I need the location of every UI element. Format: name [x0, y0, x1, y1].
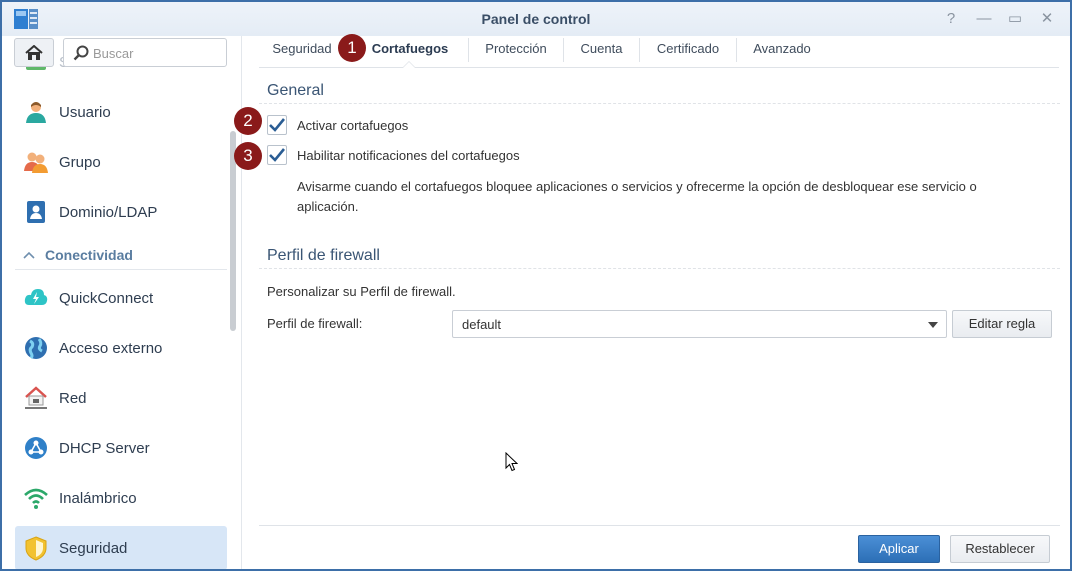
- checkmark-icon: [269, 118, 285, 132]
- enable-firewall-option[interactable]: Activar cortafuegos: [267, 114, 408, 136]
- sidebar-item-wireless[interactable]: Inalámbrico: [15, 476, 227, 520]
- sidebar-item-label: Usuario: [59, 103, 111, 121]
- sidebar-item-label: Acceso externo: [59, 339, 163, 357]
- firewall-profile-value: default: [462, 317, 502, 332]
- sidebar-item-network[interactable]: Red: [15, 376, 227, 420]
- sidebar-item-security[interactable]: Seguridad: [15, 526, 227, 569]
- control-panel-window: Panel de control ? — ▭ ✕ Servicios de ar…: [0, 0, 1072, 571]
- checkmark-icon: [269, 148, 285, 162]
- annotation-badge-1: 1: [338, 34, 366, 62]
- close-button[interactable]: ✕: [1038, 10, 1056, 28]
- general-section-title: General: [267, 82, 324, 99]
- enable-notifications-option[interactable]: Habilitar notificaciones del cortafuegos: [267, 144, 520, 166]
- annotation-badge-2: 2: [234, 107, 262, 135]
- mouse-cursor-icon: [505, 452, 518, 472]
- sidebar-item-group[interactable]: Grupo: [15, 140, 227, 184]
- reset-button[interactable]: Restablecer: [950, 535, 1050, 563]
- apply-button[interactable]: Aplicar: [858, 535, 940, 563]
- sidebar-item-domain-ldap[interactable]: Dominio/LDAP: [15, 190, 227, 234]
- enable-firewall-checkbox[interactable]: [267, 115, 287, 135]
- notification-description: Avisarme cuando el cortafuegos bloquee a…: [297, 179, 977, 214]
- sidebar-item-quickconnect[interactable]: QuickConnect: [15, 276, 227, 320]
- firewall-profile-hint: Personalizar su Perfil de firewall.: [267, 284, 456, 299]
- window-title: Panel de control: [481, 11, 591, 27]
- firewall-profile-section-title: Perfil de firewall: [267, 247, 380, 264]
- globe-icon: [25, 337, 47, 360]
- tab-cortafuegos[interactable]: Cortafuegos: [359, 36, 461, 62]
- sidebar-item-user[interactable]: Usuario: [15, 90, 227, 134]
- chevron-up-icon: [23, 247, 35, 262]
- enable-firewall-label: Activar cortafuegos: [297, 117, 409, 133]
- sidebar-item-label: QuickConnect: [59, 289, 154, 307]
- sidebar-item-dhcp-server[interactable]: DHCP Server: [15, 426, 227, 470]
- search-icon: [73, 45, 89, 61]
- dhcp-icon: [25, 437, 47, 459]
- user-icon: [26, 102, 46, 123]
- tab-bar: Seguridad Cortafuegos Protección Cuenta …: [259, 36, 1059, 68]
- home-button[interactable]: [14, 38, 54, 67]
- enable-notifications-label: Habilitar notificaciones del cortafuegos: [297, 147, 520, 163]
- minimize-button[interactable]: —: [975, 10, 993, 28]
- search-field[interactable]: [63, 38, 227, 67]
- wifi-icon: [24, 488, 48, 509]
- sidebar-item-label: Inalámbrico: [59, 489, 137, 507]
- sidebar: Servicios de archivos Usuario Grupo: [2, 36, 242, 569]
- firewall-profile-select[interactable]: default: [452, 310, 947, 338]
- sidebar-item-label: Grupo: [59, 153, 101, 171]
- sidebar-item-label: DHCP Server: [59, 439, 150, 457]
- firewall-profile-label: Perfil de firewall:: [267, 316, 363, 331]
- sidebar-section-connectivity[interactable]: Conectividad: [15, 240, 227, 270]
- network-house-icon: [25, 386, 47, 409]
- section-divider: [259, 103, 1060, 104]
- sidebar-item-label: Seguridad: [59, 539, 128, 557]
- title-bar[interactable]: Panel de control ? — ▭ ✕: [2, 2, 1070, 36]
- quickconnect-icon: [24, 289, 48, 305]
- tab-proteccion[interactable]: Protección: [469, 36, 563, 62]
- sidebar-section-label: Conectividad: [45, 246, 133, 263]
- group-icon: [24, 152, 48, 173]
- active-tab-indicator: [402, 61, 416, 68]
- sidebar-item-label: Dominio/LDAP: [59, 203, 158, 221]
- edit-rules-button[interactable]: Editar regla: [952, 310, 1052, 338]
- section-divider: [259, 268, 1060, 269]
- enable-notifications-checkbox[interactable]: [267, 145, 287, 165]
- tab-cuenta[interactable]: Cuenta: [564, 36, 639, 62]
- tab-certificado[interactable]: Certificado: [640, 36, 736, 62]
- sidebar-item-external-access[interactable]: Acceso externo: [15, 326, 227, 370]
- domain-icon: [27, 201, 45, 223]
- annotation-badge-3: 3: [234, 142, 262, 170]
- tab-seguridad[interactable]: Seguridad: [259, 36, 345, 62]
- tab-avanzado[interactable]: Avanzado: [737, 36, 827, 62]
- maximize-button[interactable]: ▭: [1006, 10, 1024, 28]
- search-input[interactable]: [93, 44, 218, 62]
- footer-divider: [259, 525, 1060, 526]
- dropdown-arrow-icon: [928, 322, 938, 328]
- help-button[interactable]: ?: [942, 10, 960, 28]
- home-icon: [25, 44, 43, 60]
- main-panel: Seguridad Cortafuegos Protección Cuenta …: [234, 34, 1070, 569]
- shield-icon: [25, 536, 47, 561]
- sidebar-item-label: Red: [59, 389, 87, 407]
